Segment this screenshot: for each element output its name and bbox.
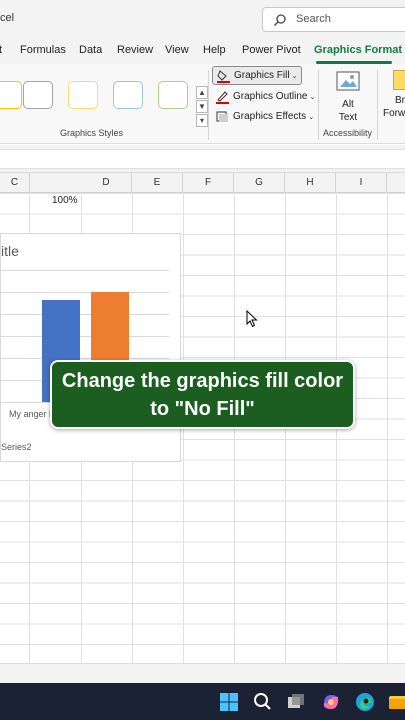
- tab-data[interactable]: Data: [79, 44, 102, 56]
- tab-view[interactable]: View: [165, 44, 189, 56]
- category-label: My anger l: [9, 409, 52, 419]
- chevron-down-icon: ⌄: [291, 72, 298, 80]
- column-header-d[interactable]: D: [81, 173, 132, 193]
- chart-gridline: [1, 336, 169, 337]
- formula-input[interactable]: [0, 149, 405, 169]
- accessibility-group-label: Accessibility: [323, 128, 373, 138]
- chevron-down-icon: ⌄: [308, 113, 315, 121]
- tab-power-pivot[interactable]: Power Pivot: [242, 44, 301, 56]
- gallery-up-button[interactable]: ▲: [196, 86, 208, 99]
- bring-forward-label-1: Bri: [395, 95, 405, 106]
- tab-formulas[interactable]: Formulas: [20, 44, 66, 56]
- column-header-e[interactable]: E: [132, 173, 183, 193]
- graphics-fill-label: Graphics Fill: [234, 70, 290, 81]
- chevron-down-icon: ⌄: [309, 93, 316, 101]
- grid-line: [387, 193, 388, 663]
- mouse-cursor-icon: [246, 310, 258, 328]
- copilot-icon[interactable]: [320, 691, 342, 713]
- chart-title[interactable]: itle: [1, 243, 19, 259]
- styles-gallery-scroll: ▲ ▼ ▾: [196, 86, 208, 128]
- windows-taskbar: [0, 683, 405, 720]
- group-separator: [318, 70, 319, 140]
- tab-help[interactable]: Help: [203, 44, 226, 56]
- column-header-g[interactable]: G: [234, 173, 285, 193]
- bring-forward-button[interactable]: Bri Forwa: [383, 70, 405, 120]
- alt-text-label-2: Text: [338, 112, 358, 123]
- cell-c1-value[interactable]: 100%: [52, 195, 78, 206]
- edge-icon[interactable]: [354, 691, 376, 713]
- instruction-callout: Change the graphics fill color to "No Fi…: [50, 360, 355, 429]
- chart-gridline: [1, 292, 169, 293]
- gallery-down-button[interactable]: ▼: [196, 100, 208, 113]
- bring-forward-icon: [393, 70, 405, 90]
- graphics-style-1[interactable]: [0, 81, 22, 109]
- sheet-tabs-bar: [0, 663, 405, 683]
- bring-forward-label-2: Forwa: [383, 108, 405, 119]
- column-header-h[interactable]: H: [285, 173, 336, 193]
- column-header-c[interactable]: C: [0, 173, 30, 193]
- title-bar: cel Search: [0, 0, 405, 38]
- graphics-outline-button[interactable]: Graphics Outline ⌄: [216, 87, 315, 106]
- column-header-f[interactable]: F: [183, 173, 234, 193]
- graphics-styles-group-label: Graphics Styles: [60, 128, 124, 138]
- alt-text-icon: [336, 71, 360, 91]
- graphics-fill-button[interactable]: Graphics Fill ⌄: [212, 66, 303, 85]
- task-view-icon[interactable]: [285, 691, 307, 713]
- tab-review[interactable]: Review: [117, 44, 153, 56]
- graphics-effects-button[interactable]: Graphics Effects ⌄: [216, 107, 314, 126]
- pen-outline-icon: [216, 90, 229, 104]
- chart-gridline: [1, 314, 169, 315]
- alt-text-label-1: Alt: [342, 99, 354, 110]
- windows-start-icon[interactable]: [218, 691, 240, 713]
- graphics-effects-label: Graphics Effects: [233, 111, 307, 122]
- column-headers: C D E F G H I: [0, 173, 405, 193]
- graphics-style-3[interactable]: [68, 81, 98, 109]
- alt-text-button[interactable]: Alt Text: [333, 71, 363, 124]
- formula-bar: [0, 145, 405, 173]
- chart-gridline: [1, 358, 169, 359]
- graphics-outline-label: Graphics Outline: [233, 91, 308, 102]
- legend-entry: Series2: [1, 442, 32, 452]
- gallery-more-button[interactable]: ▾: [196, 114, 208, 127]
- group-separator: [208, 70, 209, 140]
- search-label: Search: [296, 13, 331, 25]
- paint-bucket-icon: [217, 69, 230, 83]
- graphics-style-2[interactable]: [23, 81, 53, 109]
- graphics-style-5[interactable]: [158, 81, 188, 109]
- graphics-style-4[interactable]: [113, 81, 143, 109]
- search-icon: [274, 14, 286, 26]
- search-box[interactable]: Search: [262, 7, 405, 32]
- app-title: cel: [0, 12, 15, 24]
- effects-icon: [216, 111, 228, 122]
- taskbar-search-icon[interactable]: [251, 691, 273, 713]
- group-separator: [377, 70, 378, 140]
- instruction-text: Change the graphics fill color to "No Fi…: [61, 369, 344, 420]
- tab-insert-partial[interactable]: t: [0, 44, 2, 56]
- tab-graphics-format[interactable]: Graphics Format: [314, 44, 402, 56]
- file-explorer-icon[interactable]: [387, 691, 405, 713]
- column-header-i[interactable]: I: [336, 173, 387, 193]
- chart-gridline: [1, 270, 169, 271]
